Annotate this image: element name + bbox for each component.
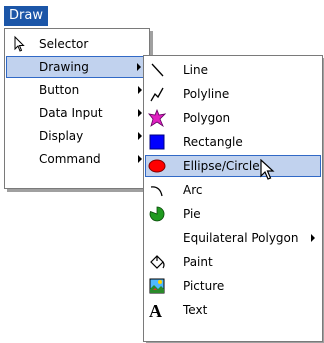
submenu-item-label: Polyline bbox=[183, 87, 230, 101]
arc-icon bbox=[150, 186, 163, 197]
submenu-item-label: Text bbox=[183, 303, 208, 317]
menu-item-data-input[interactable]: Data Input bbox=[6, 102, 148, 124]
text-a-icon: A bbox=[149, 301, 162, 319]
submenu-item-rectangle[interactable]: Rectangle bbox=[145, 131, 321, 153]
menu-item-label: Selector bbox=[39, 37, 89, 51]
submenu-arrow-icon bbox=[137, 63, 141, 71]
submenu-item-label: Picture bbox=[183, 279, 225, 293]
picture-icon bbox=[149, 278, 165, 294]
pie-icon bbox=[149, 206, 165, 222]
submenu-item-line[interactable]: Line bbox=[145, 59, 321, 81]
submenu-item-label: Pie bbox=[183, 207, 201, 221]
menu-item-label: Button bbox=[39, 83, 80, 97]
polygon-icon bbox=[148, 109, 166, 127]
rectangle-icon bbox=[149, 134, 165, 150]
ellipse-icon bbox=[148, 159, 166, 173]
submenu-arrow-icon bbox=[311, 234, 315, 242]
drawing-submenu: Line Polyline Polygon Rectangle Ellipse/… bbox=[143, 55, 323, 342]
menu-item-drawing[interactable]: Drawing bbox=[6, 56, 148, 78]
submenu-item-polygon[interactable]: Polygon bbox=[145, 107, 321, 129]
submenu-arrow-icon bbox=[138, 86, 142, 94]
svg-text:A: A bbox=[149, 301, 162, 319]
submenu-item-label: Ellipse/Circle bbox=[183, 159, 260, 173]
submenu-item-label: Paint bbox=[183, 255, 213, 269]
submenu-arrow-icon bbox=[138, 132, 142, 140]
menu-item-button[interactable]: Button bbox=[6, 79, 148, 101]
submenu-item-label: Arc bbox=[183, 183, 203, 197]
paint-bucket-icon bbox=[150, 255, 165, 269]
menu-item-selector[interactable]: Selector bbox=[6, 33, 148, 55]
menu-item-display[interactable]: Display bbox=[6, 125, 148, 147]
submenu-arrow-icon bbox=[138, 155, 142, 163]
menu-item-label: Display bbox=[39, 129, 84, 143]
submenu-item-paint[interactable]: Paint bbox=[145, 251, 321, 273]
menu-item-label: Data Input bbox=[39, 106, 103, 120]
submenu-arrow-icon bbox=[138, 109, 142, 117]
submenu-item-label: Line bbox=[183, 63, 209, 77]
submenu-item-label: Equilateral Polygon bbox=[183, 231, 299, 245]
submenu-item-polyline[interactable]: Polyline bbox=[145, 83, 321, 105]
menu-draw[interactable]: Draw bbox=[4, 6, 48, 26]
submenu-item-label: Polygon bbox=[183, 111, 231, 125]
submenu-item-text[interactable]: A Text bbox=[145, 299, 321, 321]
menu-item-label: Drawing bbox=[39, 60, 89, 74]
submenu-item-label: Rectangle bbox=[183, 135, 243, 149]
cursor-arrow-icon bbox=[14, 35, 25, 52]
menu-item-command[interactable]: Command bbox=[6, 148, 148, 170]
draw-menu: Selector Drawing Button Data Input Displ… bbox=[4, 28, 150, 189]
mouse-cursor-icon bbox=[260, 159, 275, 180]
submenu-item-arc[interactable]: Arc bbox=[145, 179, 321, 201]
submenu-item-ellipse-circle[interactable]: Ellipse/Circle bbox=[145, 155, 321, 177]
polyline-icon bbox=[150, 87, 164, 102]
submenu-item-picture[interactable]: Picture bbox=[145, 275, 321, 297]
submenu-item-equilateral-polygon[interactable]: Equilateral Polygon bbox=[145, 227, 321, 249]
line-icon bbox=[151, 63, 164, 77]
submenu-item-pie[interactable]: Pie bbox=[145, 203, 321, 225]
menu-item-label: Command bbox=[39, 152, 101, 166]
menu-bar: Draw bbox=[0, 0, 324, 26]
